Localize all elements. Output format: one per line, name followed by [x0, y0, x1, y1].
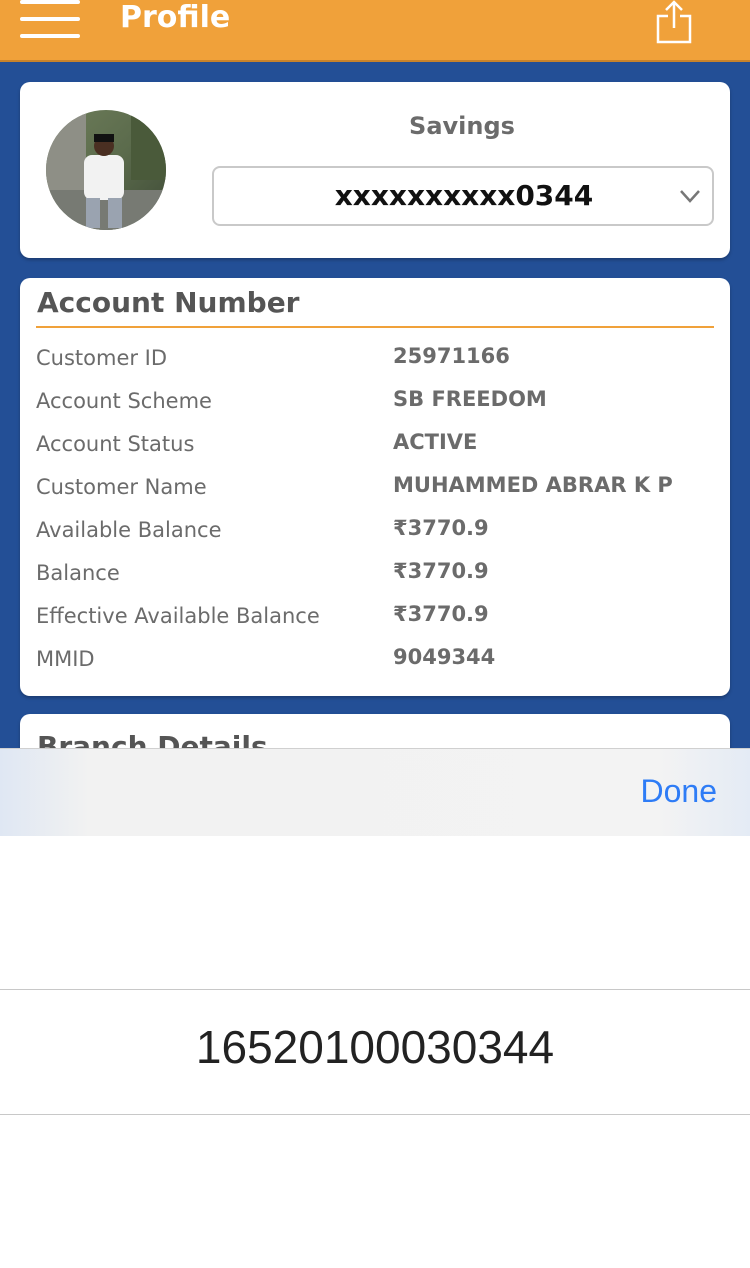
profile-card: Savings xxxxxxxxxx0344: [20, 82, 730, 258]
detail-row: Account Scheme SB FREEDOM: [36, 381, 716, 424]
detail-label: Account Status: [36, 432, 195, 456]
detail-row: Customer ID 25971166: [36, 338, 716, 381]
picker-toolbar: Done: [0, 748, 750, 836]
account-details-list: Customer ID 25971166 Account Scheme SB FRE…: [36, 338, 716, 682]
app-header: Profile: [0, 0, 750, 62]
detail-label: Customer ID: [36, 346, 168, 370]
share-icon[interactable]: [652, 0, 696, 44]
detail-label: Available Balance: [36, 518, 222, 542]
detail-row: Customer Name MUHAMMED ABRAR K P: [36, 467, 716, 510]
account-type-label: Savings: [409, 112, 515, 140]
detail-row: Account Status ACTIVE: [36, 424, 716, 467]
detail-label: Account Scheme: [36, 389, 212, 413]
detail-value: SB FREEDOM: [393, 387, 547, 411]
hamburger-menu-icon[interactable]: [20, 0, 80, 42]
detail-label: Customer Name: [36, 475, 207, 499]
section-divider: [36, 326, 714, 328]
account-select[interactable]: xxxxxxxxxx0344: [212, 166, 714, 226]
avatar: [46, 110, 166, 230]
picker-selection-line-top: [0, 989, 750, 990]
detail-value: ₹3770.9: [393, 559, 489, 583]
detail-label: MMID: [36, 647, 95, 671]
detail-value: 9049344: [393, 645, 496, 669]
detail-value: ₹3770.9: [393, 602, 489, 626]
detail-value: ACTIVE: [393, 430, 478, 454]
chevron-down-icon: [680, 190, 700, 203]
picker-selection-line-bottom: [0, 1114, 750, 1115]
section-title-account-number: Account Number: [37, 286, 300, 319]
picker-selected-value[interactable]: 16520100030344: [0, 1020, 750, 1074]
detail-row: Balance ₹3770.9: [36, 553, 716, 596]
account-details-card: Account Number Customer ID 25971166 Accou…: [20, 278, 730, 696]
detail-label: Effective Available Balance: [36, 604, 320, 628]
detail-row: Available Balance ₹3770.9: [36, 510, 716, 553]
selected-account-value: xxxxxxxxxx0344: [334, 179, 594, 212]
detail-value: 25971166: [393, 344, 510, 368]
detail-row: MMID 9049344: [36, 639, 716, 682]
page-title: Profile: [120, 0, 231, 35]
detail-value: MUHAMMED ABRAR K P: [393, 473, 673, 497]
detail-label: Balance: [36, 561, 120, 585]
done-button[interactable]: Done: [641, 773, 718, 810]
detail-value: ₹3770.9: [393, 516, 489, 540]
detail-row: Effective Available Balance ₹3770.9: [36, 596, 716, 639]
